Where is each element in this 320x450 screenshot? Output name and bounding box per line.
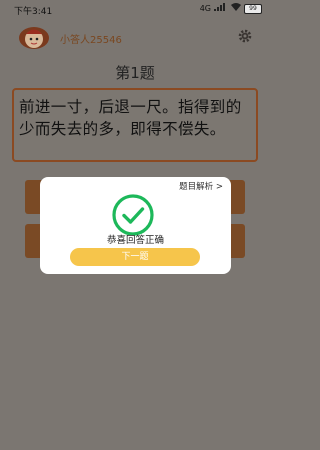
success-message: 恭喜回答正确	[106, 235, 164, 246]
next-question-button[interactable]: 下一题	[70, 248, 200, 266]
analysis-link[interactable]: 题目解析 >	[179, 180, 223, 192]
result-dialog: 题目解析 > 恭喜回答正确 下一题	[40, 177, 231, 274]
